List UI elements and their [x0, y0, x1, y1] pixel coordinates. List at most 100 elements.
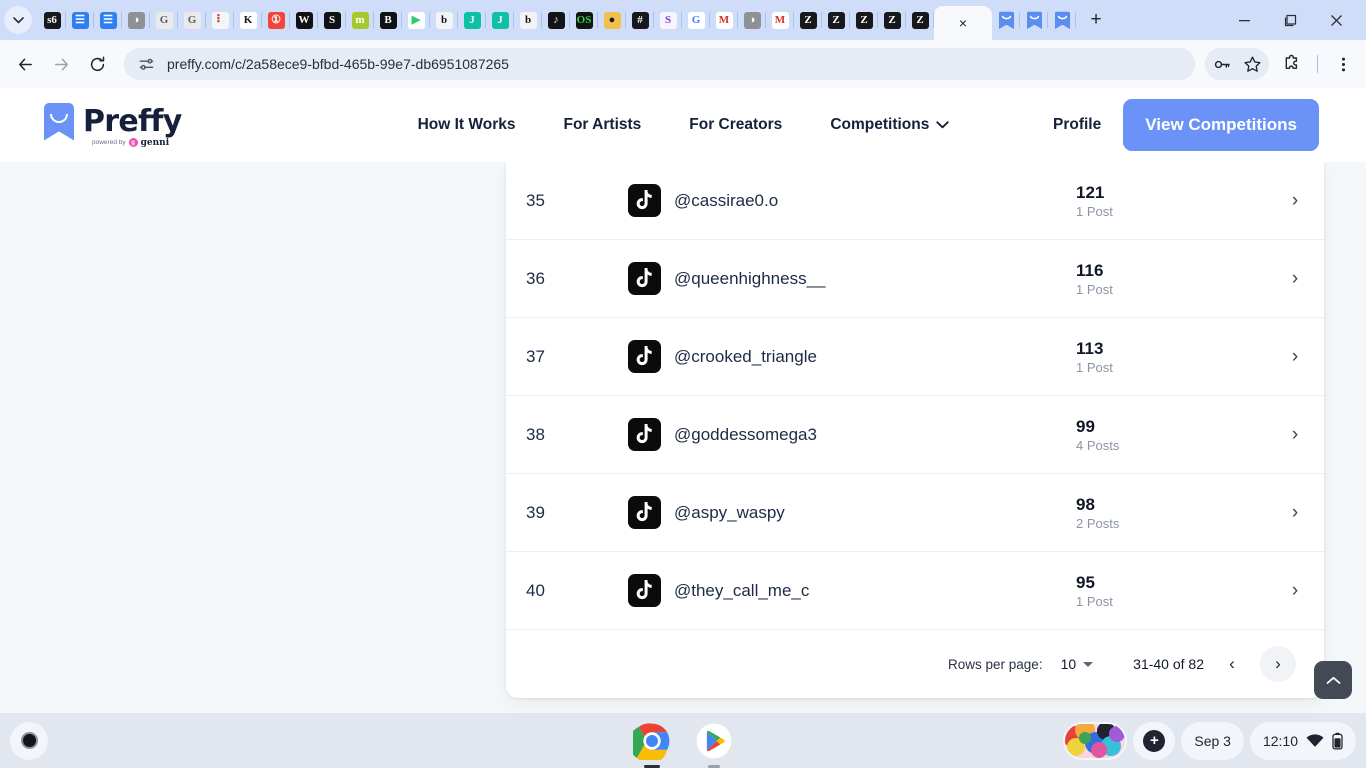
forward-button[interactable]: [44, 47, 78, 81]
nav-link-how-it-works[interactable]: How It Works: [394, 116, 540, 134]
pinned-tab[interactable]: ▶: [402, 5, 430, 35]
row-chevron-right-icon[interactable]: ›: [1266, 268, 1324, 290]
nav-link-for-creators[interactable]: For Creators: [665, 116, 806, 134]
preffy-tab[interactable]: [1048, 5, 1076, 35]
site-info-button[interactable]: [138, 56, 155, 73]
pinned-tab[interactable]: S: [654, 5, 682, 35]
pinned-tab[interactable]: Z: [794, 5, 822, 35]
pinned-tab[interactable]: K: [234, 5, 262, 35]
chrome-app-button[interactable]: [628, 722, 671, 768]
pinned-tab[interactable]: M: [766, 5, 794, 35]
rows-per-page-label: Rows per page:: [948, 656, 1043, 672]
status-area-button[interactable]: 12:10: [1249, 721, 1356, 760]
table-row[interactable]: 39 @aspy_waspy 98 2 Posts ›: [506, 474, 1324, 552]
preffy-tab[interactable]: [992, 5, 1020, 35]
pinned-tab[interactable]: ◑: [738, 5, 766, 35]
table-row[interactable]: 38 @goddessomega3 99 4 Posts ›: [506, 396, 1324, 474]
pinned-tab[interactable]: W: [290, 5, 318, 35]
row-chevron-right-icon[interactable]: ›: [1266, 346, 1324, 368]
password-manager-button[interactable]: [1207, 49, 1237, 79]
url-text[interactable]: preffy.com/c/2a58ece9-bfbd-465b-99e7-db6…: [167, 56, 509, 72]
launcher-button[interactable]: [10, 721, 48, 760]
nav-link-for-artists[interactable]: For Artists: [539, 116, 665, 134]
row-score-value: 99: [1076, 416, 1095, 436]
tab-search-button[interactable]: [4, 6, 32, 34]
scroll-to-top-button[interactable]: [1314, 661, 1352, 699]
nav-link-competitions[interactable]: Competitions: [806, 116, 973, 134]
row-chevron-right-icon[interactable]: ›: [1266, 190, 1324, 212]
row-score: 116 1 Post: [1076, 260, 1266, 297]
pinned-tab[interactable]: B: [374, 5, 402, 35]
row-score: 98 2 Posts: [1076, 494, 1266, 531]
reload-button[interactable]: [80, 47, 114, 81]
pinned-tab[interactable]: J: [486, 5, 514, 35]
minimize-button[interactable]: [1222, 2, 1266, 38]
preffy-tab[interactable]: [1020, 5, 1048, 35]
row-chevron-right-icon[interactable]: ›: [1266, 424, 1324, 446]
row-chevron-right-icon[interactable]: ›: [1266, 502, 1324, 524]
preffy-favicon-icon: [1026, 11, 1042, 29]
site-logo[interactable]: Preffy powered by g genni: [44, 102, 182, 148]
pinned-tab[interactable]: G: [178, 5, 206, 35]
user-avatar-button[interactable]: [1063, 721, 1128, 760]
pinned-tab[interactable]: ☰: [66, 5, 94, 35]
star-icon: [1243, 56, 1261, 72]
pinned-tab[interactable]: ●: [598, 5, 626, 35]
tab-close-button[interactable]: ×: [959, 16, 967, 30]
maximize-icon: [1284, 14, 1296, 26]
pinned-tab[interactable]: ♪: [542, 5, 570, 35]
close-window-button[interactable]: [1314, 2, 1358, 38]
system-tray: + Sep 3 12:10: [1063, 721, 1356, 760]
pinned-tab[interactable]: s6: [38, 5, 66, 35]
pinned-tab[interactable]: ☰: [94, 5, 122, 35]
row-chevron-right-icon[interactable]: ›: [1266, 580, 1324, 602]
pinned-tab[interactable]: b: [514, 5, 542, 35]
pinned-tab[interactable]: m: [346, 5, 374, 35]
address-bar[interactable]: preffy.com/c/2a58ece9-bfbd-465b-99e7-db6…: [124, 48, 1195, 80]
tab-favicon-icon: ①: [267, 11, 285, 29]
pinned-tab[interactable]: #: [626, 5, 654, 35]
pinned-tab[interactable]: ①: [262, 5, 290, 35]
site-navbar: Preffy powered by g genni How It Works Fo…: [0, 88, 1366, 162]
pinned-tab[interactable]: Z: [850, 5, 878, 35]
pinned-tab[interactable]: S: [318, 5, 346, 35]
window-controls: [1222, 2, 1362, 38]
new-tab-button[interactable]: +: [1082, 6, 1110, 34]
calendar-button[interactable]: Sep 3: [1181, 721, 1244, 760]
pinned-tab[interactable]: M: [710, 5, 738, 35]
next-page-button[interactable]: ›: [1260, 646, 1296, 682]
pinned-tab[interactable]: Z: [878, 5, 906, 35]
play-store-app-button[interactable]: [695, 722, 733, 768]
view-competitions-button[interactable]: View Competitions: [1123, 99, 1319, 151]
table-row[interactable]: 40 @they_call_me_c 95 1 Post ›: [506, 552, 1324, 630]
active-tab[interactable]: ×: [934, 6, 992, 40]
pinned-tab[interactable]: ◑: [122, 5, 150, 35]
previous-page-button[interactable]: ‹: [1214, 646, 1250, 682]
tab-favicon-icon: Z: [827, 11, 845, 29]
chevron-down-icon: [12, 16, 24, 24]
table-row[interactable]: 37 @crooked_triangle 113 1 Post ›: [506, 318, 1324, 396]
running-indicator: [708, 764, 720, 768]
page-viewport: Preffy powered by g genni How It Works Fo…: [0, 88, 1366, 713]
pinned-tab[interactable]: ⠇: [206, 5, 234, 35]
extensions-button[interactable]: [1277, 49, 1307, 79]
leaderboard-rows: 35 @cassirae0.o 121 1 Post › 36 @queenhighness…: [506, 162, 1324, 630]
battery-icon: [1332, 732, 1343, 750]
rows-per-page-select[interactable]: 10: [1061, 656, 1094, 672]
maximize-button[interactable]: [1268, 2, 1312, 38]
table-row[interactable]: 36 @queenhighness__ 116 1 Post ›: [506, 240, 1324, 318]
pinned-tab[interactable]: b: [430, 5, 458, 35]
quick-add-button[interactable]: +: [1133, 721, 1176, 760]
bookmark-button[interactable]: [1237, 49, 1267, 79]
pinned-tab[interactable]: Z: [906, 5, 934, 35]
pinned-tab[interactable]: G: [682, 5, 710, 35]
pinned-tab[interactable]: Z: [822, 5, 850, 35]
table-row[interactable]: 35 @cassirae0.o 121 1 Post ›: [506, 162, 1324, 240]
pinned-tab[interactable]: OS: [570, 5, 598, 35]
pinned-tab[interactable]: J: [458, 5, 486, 35]
back-button[interactable]: [8, 47, 42, 81]
row-post-count: 2 Posts: [1076, 516, 1120, 532]
profile-link[interactable]: Profile: [1053, 116, 1123, 134]
pinned-tab[interactable]: G: [150, 5, 178, 35]
chrome-menu-button[interactable]: [1328, 49, 1358, 79]
